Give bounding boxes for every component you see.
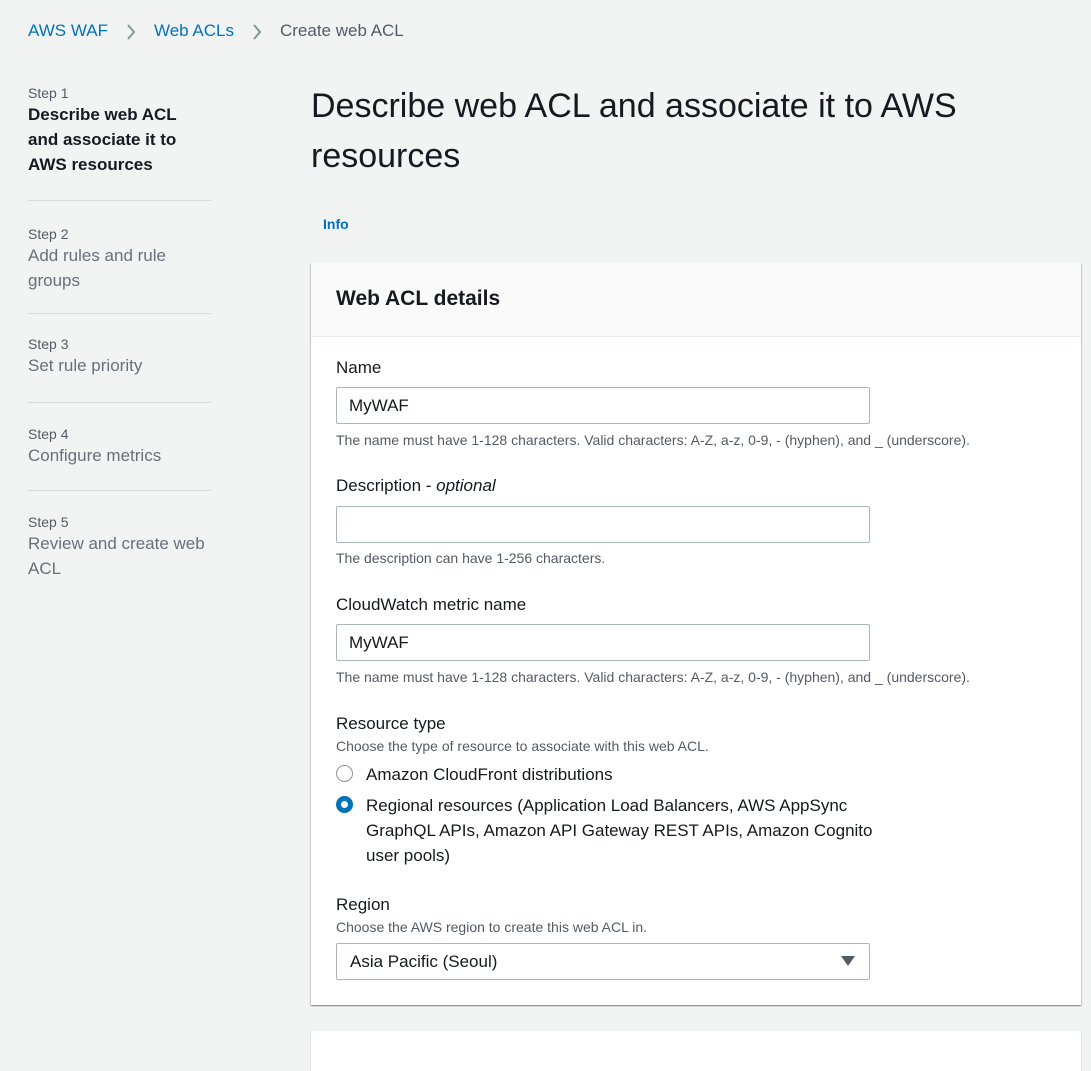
resource-type-label: Resource type <box>336 714 446 733</box>
breadcrumb-web-acls[interactable]: Web ACLs <box>154 20 234 42</box>
radio-button[interactable] <box>336 765 353 782</box>
metric-name-label: CloudWatch metric name <box>336 595 527 614</box>
name-input[interactable] <box>336 387 870 424</box>
page-title: Describe web ACL and associate it to AWS… <box>311 87 957 175</box>
chevron-right-icon <box>234 20 280 42</box>
wizard-steps: Step 1 Describe web ACL and associate it… <box>28 84 211 581</box>
step-number: Step 4 <box>28 426 69 442</box>
step-title: Review and create web ACL <box>28 534 205 578</box>
step-number: Step 2 <box>28 226 69 242</box>
step-title: Add rules and rule groups <box>28 246 166 290</box>
caret-down-icon <box>841 953 855 971</box>
resource-type-description: Choose the type of resource to associate… <box>336 738 709 754</box>
wizard-step-1: Step 1 Describe web ACL and associate it… <box>28 84 211 201</box>
step-number: Step 3 <box>28 336 69 352</box>
region-select[interactable]: Asia Pacific (Seoul) <box>336 943 870 980</box>
wizard-step-2: Step 2 Add rules and rule groups <box>28 201 211 314</box>
next-panel <box>311 1031 1081 1071</box>
radio-button-selected[interactable] <box>336 796 353 813</box>
breadcrumb-aws-waf[interactable]: AWS WAF <box>28 20 108 42</box>
step-title: Configure metrics <box>28 446 162 465</box>
region-select-value: Asia Pacific (Seoul) <box>350 951 498 971</box>
web-acl-details-panel: Web ACL details Name The name must have … <box>311 263 1081 1005</box>
panel-title: Web ACL details <box>336 287 501 310</box>
name-label: Name <box>336 358 382 377</box>
step-title: Describe web ACL and associate it to AWS… <box>28 105 177 174</box>
step-title: Set rule priority <box>28 356 143 375</box>
radio-label: Regional resources (Application Load Bal… <box>366 796 873 865</box>
metric-name-input[interactable] <box>336 624 870 661</box>
panel-header: Web ACL details <box>311 263 1081 337</box>
breadcrumb: AWS WAF Web ACLs Create web ACL <box>28 20 404 42</box>
description-input[interactable] <box>336 506 870 543</box>
description-constraint: The description can have 1-256 character… <box>336 550 606 566</box>
radio-cloudfront[interactable]: Amazon CloudFront distributions <box>336 762 866 787</box>
optional-label: optional <box>436 476 496 495</box>
description-label-text: Description - <box>336 476 437 495</box>
wizard-step-3: Step 3 Set rule priority <box>28 314 211 403</box>
chevron-right-icon <box>108 20 154 42</box>
info-link[interactable]: Info <box>323 216 349 232</box>
name-constraint: The name must have 1-128 characters. Val… <box>336 432 970 448</box>
description-label: Description - optional <box>336 475 496 497</box>
metric-name-constraint: The name must have 1-128 characters. Val… <box>336 669 970 685</box>
step-number: Step 1 <box>28 85 69 101</box>
wizard-step-5: Step 5 Review and create web ACL <box>28 491 211 581</box>
breadcrumb-current: Create web ACL <box>279 21 404 40</box>
radio-label: Amazon CloudFront distributions <box>366 765 613 784</box>
step-number: Step 5 <box>28 514 69 530</box>
region-description: Choose the AWS region to create this web… <box>336 919 648 935</box>
radio-regional-resources[interactable]: Regional resources (Application Load Bal… <box>336 793 876 868</box>
region-label: Region <box>336 895 390 914</box>
wizard-step-4: Step 4 Configure metrics <box>28 403 211 491</box>
